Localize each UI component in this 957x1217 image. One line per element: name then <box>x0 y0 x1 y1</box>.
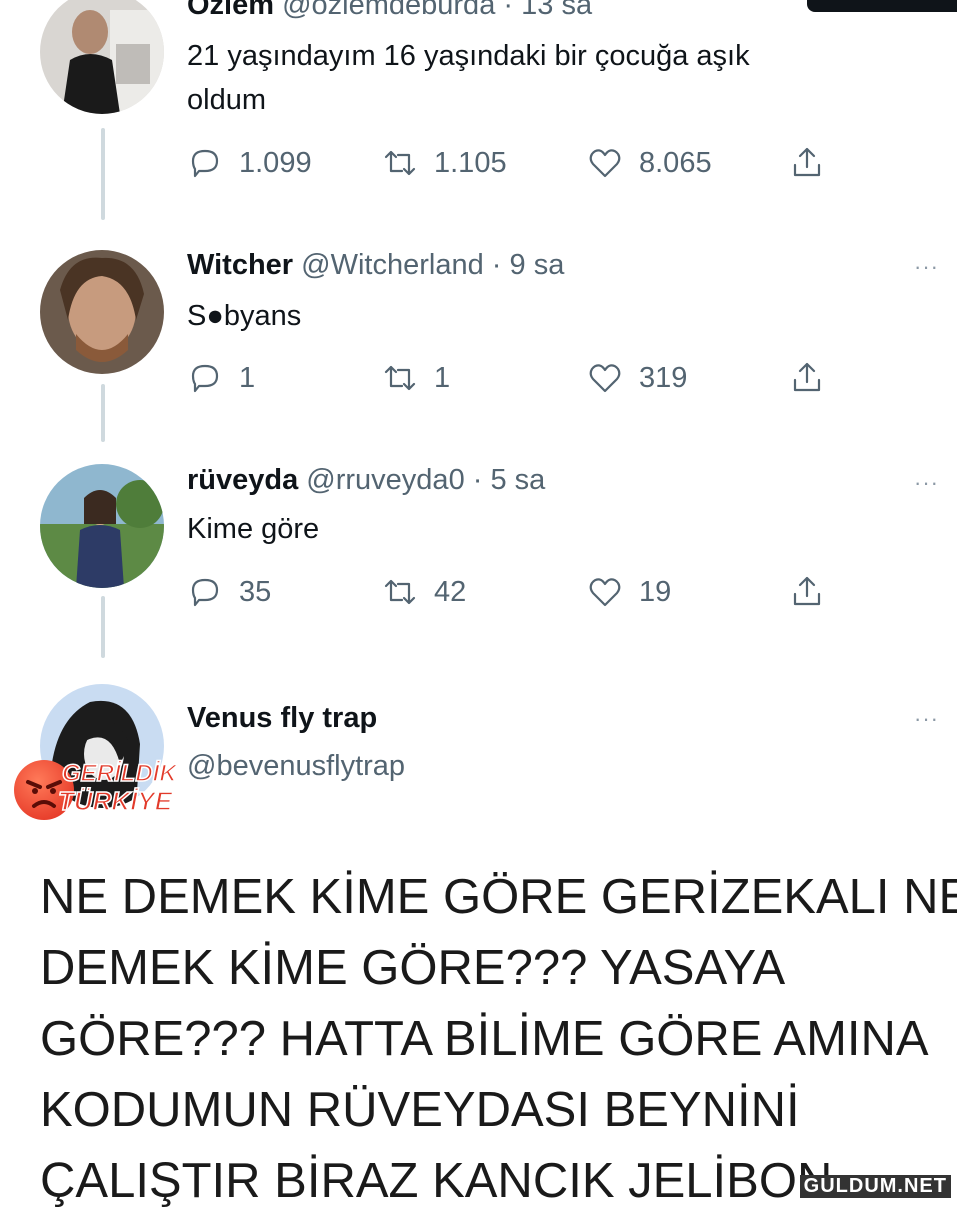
timestamp[interactable]: 5 sa <box>491 464 546 496</box>
logo-line-2: TÜRKİYE <box>57 785 173 817</box>
like-button[interactable]: 8.065 <box>587 143 712 183</box>
share-icon <box>793 576 821 606</box>
tweet[interactable]: Witcher @Witcherland · 9 sa S●byans <box>187 248 957 338</box>
tweet-actions: 1.099 1.105 8.065 <box>187 143 847 183</box>
avatar[interactable] <box>40 0 164 114</box>
tweet[interactable]: Özlem @ozlemdeburda · 13 sa 21 yaşındayı… <box>187 0 957 122</box>
display-name[interactable]: rüveyda <box>187 464 298 496</box>
avatar[interactable] <box>40 464 164 588</box>
retweet-button[interactable]: 1 <box>382 358 450 398</box>
share-button[interactable] <box>789 143 825 183</box>
reply-text-line: DEMEK KİME GÖRE??? YASAYA <box>40 941 786 995</box>
like-icon <box>589 364 621 393</box>
share-icon <box>793 362 821 392</box>
thread-line <box>101 128 105 220</box>
retweet-icon <box>384 365 416 391</box>
share-button[interactable] <box>789 572 825 612</box>
separator: · <box>491 249 502 281</box>
user-handle[interactable]: @bevenusflytrap <box>187 750 405 782</box>
tweet-text-line: 21 yaşındayım 16 yaşındaki bir çocuğa aş… <box>187 40 750 72</box>
avatar-photo <box>40 0 164 114</box>
reply-text: NE DEMEK KİME GÖRE GERİZEKALI NE DEMEK K… <box>40 862 957 1217</box>
reply-count: 1.099 <box>239 146 312 179</box>
display-name-row: Venus fly trap <box>187 701 957 735</box>
tweet-text-line: oldum <box>187 84 266 116</box>
tweet[interactable]: rüveyda @rruveyda0 · 5 sa Kime göre <box>187 463 957 551</box>
reply-text-line: KODUMUN RÜVEYDASI BEYNİNİ <box>40 1083 800 1137</box>
like-count: 319 <box>639 361 688 394</box>
tweet-actions: 1 1 319 <box>187 358 847 398</box>
share-button[interactable] <box>789 358 825 398</box>
reply-text-line: NE DEMEK KİME GÖRE GERİZEKALI NE <box>40 870 957 924</box>
like-count: 19 <box>639 575 672 608</box>
timestamp[interactable]: 13 sa <box>521 0 592 21</box>
logo-line-1: GERİLDİK <box>61 759 177 788</box>
user-handle[interactable]: @Witcherland <box>301 249 484 281</box>
display-name[interactable]: Özlem <box>187 0 274 21</box>
tweet-text: 21 yaşındayım 16 yaşındaki bir çocuğa aş… <box>187 34 957 122</box>
retweet-button[interactable]: 42 <box>382 572 466 612</box>
avatar-photo <box>40 464 164 588</box>
user-handle[interactable]: @rruveyda0 <box>306 464 464 496</box>
display-name[interactable]: Witcher <box>187 249 293 281</box>
retweet-count: 42 <box>434 575 467 608</box>
like-icon <box>589 578 621 607</box>
display-name[interactable]: Venus fly trap <box>187 702 377 734</box>
thread-line <box>101 384 105 442</box>
handle-row: @bevenusflytrap <box>187 749 957 783</box>
more-icon[interactable]: ··· <box>914 706 939 732</box>
reply-button[interactable]: 35 <box>187 572 271 612</box>
tweet-header: rüveyda @rruveyda0 · 5 sa <box>187 463 957 497</box>
like-count: 8.065 <box>639 146 712 179</box>
reply-button[interactable]: 1.099 <box>187 143 312 183</box>
reply-button[interactable]: 1 <box>187 358 255 398</box>
reply-text-line: GÖRE??? HATTA BİLİME GÖRE AMINA <box>40 1012 929 1066</box>
retweet-count: 1 <box>434 361 451 394</box>
reply-icon <box>191 149 219 178</box>
reply-count: 1 <box>239 361 256 394</box>
share-icon <box>793 147 821 177</box>
retweet-button[interactable]: 1.105 <box>382 143 507 183</box>
avatar-photo <box>40 250 164 374</box>
like-button[interactable]: 319 <box>587 358 687 398</box>
reply-icon <box>191 364 219 393</box>
timestamp[interactable]: 9 sa <box>510 249 565 281</box>
watermark: GULDUM.NET <box>799 1175 951 1198</box>
retweet-count: 1.105 <box>434 146 507 179</box>
reply-icon <box>191 578 219 607</box>
tweet-text: S●byans <box>187 300 302 332</box>
separator: · <box>472 464 483 496</box>
tweet-header: Özlem @ozlemdeburda · 13 sa <box>187 0 957 22</box>
like-icon <box>589 149 621 178</box>
thread-line <box>101 596 105 658</box>
more-icon[interactable]: ··· <box>914 470 939 496</box>
tweet-actions: 35 42 19 <box>187 572 847 612</box>
like-button[interactable]: 19 <box>587 572 671 612</box>
tweet-text: Kime göre <box>187 513 320 545</box>
gerildik-turkiye-logo: GERİLDİK TÜRKİYE <box>14 759 194 822</box>
tweet-header: Witcher @Witcherland · 9 sa <box>187 248 957 282</box>
avatar[interactable] <box>40 250 164 374</box>
user-handle[interactable]: @ozlemdeburda <box>282 0 495 21</box>
retweet-icon <box>384 579 416 605</box>
separator: · <box>503 0 514 21</box>
retweet-icon <box>384 150 416 176</box>
tweet[interactable]: Venus fly trap @bevenusflytrap <box>187 701 957 783</box>
more-icon[interactable]: ··· <box>914 254 939 280</box>
reply-count: 35 <box>239 575 272 608</box>
